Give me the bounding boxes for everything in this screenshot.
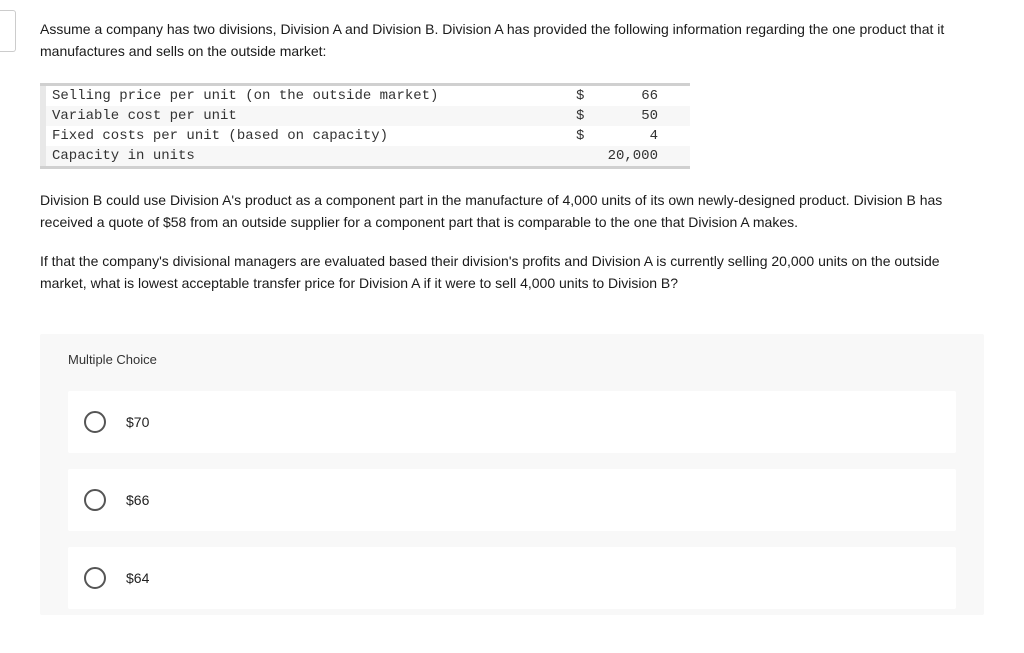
row-currency: $ bbox=[576, 88, 596, 104]
row-label: Selling price per unit (on the outside m… bbox=[46, 88, 576, 104]
choice-option[interactable]: $70 bbox=[68, 391, 956, 453]
table-row: Fixed costs per unit (based on capacity)… bbox=[40, 126, 690, 146]
choice-option[interactable]: $64 bbox=[68, 547, 956, 609]
table-row: Variable cost per unit $ 50 bbox=[40, 106, 690, 126]
choice-text: $64 bbox=[126, 570, 149, 586]
row-value: 66 bbox=[596, 88, 666, 104]
row-currency: $ bbox=[576, 108, 596, 124]
side-handle[interactable] bbox=[0, 10, 16, 52]
multiple-choice-heading: Multiple Choice bbox=[40, 334, 984, 385]
row-value: 20,000 bbox=[596, 148, 666, 164]
table-row: Selling price per unit (on the outside m… bbox=[40, 86, 690, 106]
data-table: Selling price per unit (on the outside m… bbox=[40, 83, 984, 169]
table-row: Capacity in units 20,000 bbox=[40, 146, 690, 166]
choice-option[interactable]: $66 bbox=[68, 469, 956, 531]
paragraph-2: If that the company's divisional manager… bbox=[40, 250, 984, 295]
radio-icon[interactable] bbox=[84, 567, 106, 589]
row-value: 50 bbox=[596, 108, 666, 124]
multiple-choice-block: Multiple Choice $70 $66 $64 bbox=[40, 334, 984, 615]
radio-icon[interactable] bbox=[84, 411, 106, 433]
choice-text: $70 bbox=[126, 414, 149, 430]
choice-text: $66 bbox=[126, 492, 149, 508]
row-label: Variable cost per unit bbox=[46, 108, 576, 124]
row-label: Capacity in units bbox=[46, 148, 576, 164]
row-label: Fixed costs per unit (based on capacity) bbox=[46, 128, 576, 144]
radio-icon[interactable] bbox=[84, 489, 106, 511]
row-currency: $ bbox=[576, 128, 596, 144]
row-value: 4 bbox=[596, 128, 666, 144]
intro-paragraph: Assume a company has two divisions, Divi… bbox=[40, 18, 984, 63]
paragraph-1: Division B could use Division A's produc… bbox=[40, 189, 984, 234]
